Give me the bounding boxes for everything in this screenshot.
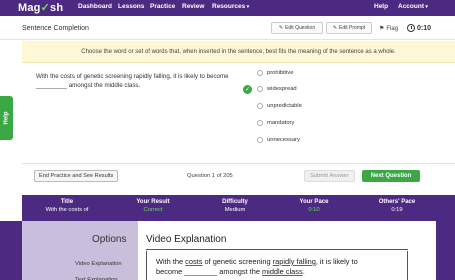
next-question-button[interactable]: Next Question xyxy=(362,170,420,182)
timer: 0:10 xyxy=(407,24,431,32)
correct-check-icon: ✓ xyxy=(243,84,252,94)
logo-check-icon: ✓ xyxy=(40,2,51,14)
results-stats-bar: Title With the costs of Your Result Corr… xyxy=(22,195,455,221)
side-margin xyxy=(0,221,22,280)
radio-button[interactable] xyxy=(257,137,263,143)
radio-button[interactable] xyxy=(257,86,263,92)
options-heading: Options xyxy=(92,234,127,245)
stat-others-pace: Others' Pace 0:19 xyxy=(378,199,416,213)
nav-dashboard[interactable]: Dashboard xyxy=(78,3,112,10)
end-practice-button[interactable]: End Practice and See Results xyxy=(34,170,119,182)
stat-title: Title With the costs of xyxy=(45,199,89,213)
choice-unpredictable[interactable]: unpredictable xyxy=(243,103,302,109)
choice-mandatory[interactable]: mandatory xyxy=(243,120,294,126)
video-explanation-panel: Video Explanation With the costs of gene… xyxy=(138,221,436,280)
choice-prohibitive[interactable]: prohibitive xyxy=(243,70,293,76)
video-heading: Video Explanation xyxy=(146,234,227,245)
radio-button[interactable] xyxy=(257,103,263,109)
options-panel: Options Video Explanation Text Explanati… xyxy=(22,221,138,280)
radio-button[interactable] xyxy=(257,70,263,76)
question-header: Sentence Completion ✎ Edit Question ✎ Edit… xyxy=(0,16,455,40)
flag-icon: ⚑ xyxy=(379,26,385,32)
submit-answer-button[interactable]: Submit Answer xyxy=(304,170,355,182)
help-tab[interactable]: Help xyxy=(0,96,13,140)
video-transcript: With the costs of genetic screening rapi… xyxy=(156,257,358,276)
question-footer: End Practice and See Results Question 1 … xyxy=(22,163,455,187)
pencil-icon: ✎ xyxy=(278,25,284,31)
top-nav: Mag✓sh Dashboard Lessons Practice Review… xyxy=(0,0,455,16)
choice-unnecessary[interactable]: unnecessary xyxy=(243,137,300,143)
stat-your-pace: Your Pace 0:10 xyxy=(299,199,329,213)
stat-your-result: Your Result Correct xyxy=(136,199,170,213)
stat-difficulty: Difficulty Medium xyxy=(222,199,248,213)
question-text: With the costs of genetic screening rapi… xyxy=(36,73,229,89)
flag-toggle[interactable]: ⚑ Flag xyxy=(379,25,398,33)
nav-review[interactable]: Review xyxy=(182,3,204,10)
instruction-banner: Choose the word or set of words that, wh… xyxy=(22,41,455,63)
edit-question-button[interactable]: ✎ Edit Question xyxy=(271,22,323,34)
nav-help[interactable]: Help xyxy=(374,3,388,10)
page-title: Sentence Completion xyxy=(22,25,89,32)
pencil-icon: ✎ xyxy=(332,25,338,31)
nav-practice[interactable]: Practice xyxy=(150,3,175,10)
edit-prompt-button[interactable]: ✎ Edit Prompt xyxy=(326,22,372,34)
question-counter: Question 1 of 205 xyxy=(187,173,233,179)
nav-lessons[interactable]: Lessons xyxy=(118,3,144,10)
choice-widespread[interactable]: ✓ widespread xyxy=(243,84,297,94)
divider xyxy=(146,249,408,250)
video-player[interactable]: With the costs of genetic screening rapi… xyxy=(146,251,408,280)
nav-resources[interactable]: Resources xyxy=(212,3,249,10)
clock-icon xyxy=(407,24,415,32)
magoosh-logo[interactable]: Mag✓sh xyxy=(18,1,63,14)
video-explanation-link[interactable]: Video Explanation xyxy=(75,261,122,267)
page: { "nav": { "logo_pre": "Mag", "logo_chec… xyxy=(0,0,455,280)
side-margin xyxy=(436,221,455,280)
nav-account[interactable]: Account xyxy=(398,3,428,10)
radio-button[interactable] xyxy=(257,120,263,126)
